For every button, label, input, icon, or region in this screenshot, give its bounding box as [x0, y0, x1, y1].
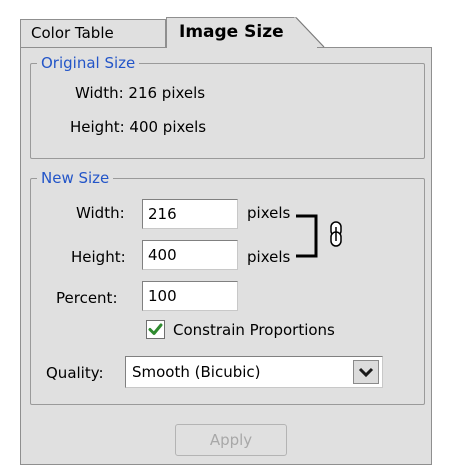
- percent-label: Percent:: [56, 289, 118, 307]
- height-unit-label: pixels: [247, 248, 291, 266]
- quality-select-value: Smooth (Bicubic): [132, 363, 261, 381]
- quality-select[interactable]: Smooth (Bicubic): [125, 356, 383, 388]
- tab-joint: [167, 46, 317, 49]
- quality-label: Quality:: [46, 364, 104, 382]
- tab-image-size[interactable]: Image Size: [166, 17, 296, 48]
- quality-dropdown-button[interactable]: [353, 360, 379, 384]
- height-input[interactable]: 400: [142, 240, 238, 270]
- original-size-group: Original Size: [30, 53, 425, 159]
- width-input-value: 216: [148, 205, 177, 223]
- apply-button[interactable]: Apply: [175, 424, 287, 456]
- tab-color-table-label: Color Table: [31, 24, 114, 42]
- width-input[interactable]: 216: [142, 199, 238, 229]
- original-width-text: Width: 216 pixels: [75, 84, 206, 102]
- chevron-down-icon: [358, 367, 374, 378]
- height-input-value: 400: [148, 246, 177, 264]
- constrain-proportions-checkbox[interactable]: [146, 320, 165, 339]
- original-height-text: Height: 400 pixels: [70, 118, 207, 136]
- percent-input-value: 100: [148, 287, 177, 305]
- tab-color-table[interactable]: Color Table: [20, 19, 166, 47]
- width-label: Width:: [76, 204, 125, 222]
- tab-image-size-edge: [294, 17, 325, 48]
- height-label: Height:: [71, 248, 126, 266]
- checkmark-icon: [148, 323, 163, 335]
- original-size-legend: Original Size: [37, 53, 140, 73]
- tab-image-size-label: Image Size: [179, 22, 284, 42]
- percent-input[interactable]: 100: [142, 281, 238, 311]
- apply-button-label: Apply: [209, 431, 253, 449]
- new-size-legend: New Size: [37, 168, 114, 188]
- width-unit-label: pixels: [247, 204, 291, 222]
- link-chain-icon[interactable]: [296, 207, 356, 267]
- constrain-proportions-label[interactable]: Constrain Proportions: [173, 320, 335, 340]
